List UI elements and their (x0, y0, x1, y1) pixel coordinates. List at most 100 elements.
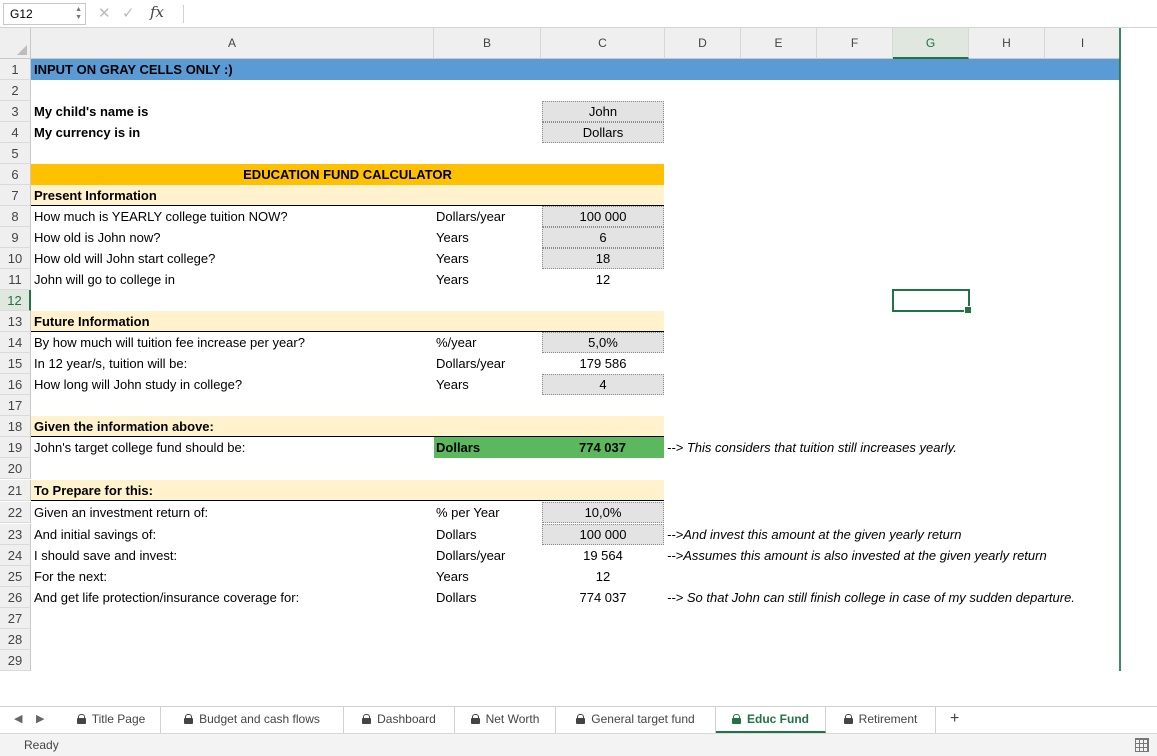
column-header-f[interactable]: F (817, 28, 893, 59)
spreadsheet-grid[interactable]: A B C D E F G H I INPUT ON GRAY CELLS ON… (0, 28, 1157, 671)
used-range-edge (1119, 28, 1121, 671)
row-header-23[interactable]: 23 (0, 524, 31, 545)
present-info-heading[interactable]: Present Information (31, 185, 664, 206)
tuition-now-label: How much is YEARLY college tuition NOW? (34, 209, 288, 224)
tuition-increase-input[interactable]: 5,0% (542, 332, 664, 353)
formula-input[interactable] (190, 4, 1150, 24)
tab-label: Title Page (91, 712, 146, 726)
tab-educ-fund[interactable]: Educ Fund (716, 707, 826, 733)
formula-bar: G12 ▲ ▼ ✕ ✓ fx (0, 0, 1157, 28)
column-header-b[interactable]: B (434, 28, 541, 59)
row-header-13[interactable]: 13 (0, 311, 31, 332)
tab-dashboard[interactable]: Dashboard (344, 707, 455, 733)
prepare-heading[interactable]: To Prepare for this: (31, 480, 664, 501)
row-header-7[interactable]: 7 (0, 185, 31, 206)
college-start-age-unit: Years (436, 251, 469, 266)
row-header-14[interactable]: 14 (0, 332, 31, 353)
row-header-2[interactable]: 2 (0, 80, 31, 101)
row-header-9[interactable]: 9 (0, 227, 31, 248)
column-header-c[interactable]: C (541, 28, 665, 59)
row-header-20[interactable]: 20 (0, 458, 31, 479)
child-name-input[interactable]: John (542, 101, 664, 122)
row-header-24[interactable]: 24 (0, 545, 31, 566)
tab-label: Educ Fund (747, 712, 809, 726)
row-header-21[interactable]: 21 (0, 480, 31, 501)
future-tuition-value[interactable]: 179 586 (542, 353, 664, 374)
currency-input[interactable]: Dollars (542, 122, 664, 143)
insurance-coverage-value[interactable]: 774 037 (542, 587, 664, 608)
lock-icon (576, 714, 586, 724)
row-header-15[interactable]: 15 (0, 353, 31, 374)
currency-label: My currency is in (34, 125, 141, 140)
row-header-6[interactable]: 6 (0, 164, 31, 185)
row-header-11[interactable]: 11 (0, 269, 31, 290)
row-header-27[interactable]: 27 (0, 608, 31, 629)
tab-budget-and-cash-flows[interactable]: Budget and cash flows (161, 707, 344, 733)
future-tuition-label: In 12 year/s, tuition will be: (34, 356, 188, 371)
target-fund-unit[interactable]: Dollars (434, 437, 541, 458)
column-header-g[interactable]: G (893, 28, 969, 59)
row-header-16[interactable]: 16 (0, 374, 31, 395)
tuition-now-input[interactable]: 100 000 (542, 206, 664, 227)
instruction-banner[interactable]: INPUT ON GRAY CELLS ONLY :) (31, 59, 1120, 80)
column-header-e[interactable]: E (741, 28, 817, 59)
college-start-age-input[interactable]: 18 (542, 248, 664, 269)
row-header-29[interactable]: 29 (0, 650, 31, 671)
column-header-i[interactable]: I (1045, 28, 1121, 59)
row-header-8[interactable]: 8 (0, 206, 31, 227)
tuition-increase-label: By how much will tuition fee increase pe… (34, 335, 305, 350)
row-header-26[interactable]: 26 (0, 587, 31, 608)
row-header-12[interactable]: 12 (0, 290, 31, 311)
column-header-a[interactable]: A (31, 28, 434, 59)
select-all-corner[interactable] (0, 28, 31, 59)
target-fund-value[interactable]: 774 037 (541, 437, 664, 458)
tab-label: Budget and cash flows (199, 712, 320, 726)
column-header-h[interactable]: H (969, 28, 1045, 59)
prev-sheet-icon[interactable]: ◀ (14, 712, 22, 725)
yearly-savings-label: I should save and invest: (34, 548, 178, 563)
row-header-5[interactable]: 5 (0, 143, 31, 164)
column-header-d[interactable]: D (665, 28, 741, 59)
cancel-icon[interactable]: ✕ (98, 4, 111, 22)
selected-cell-g12[interactable] (892, 289, 972, 314)
row-header-19[interactable]: 19 (0, 437, 31, 458)
savings-duration-value[interactable]: 12 (542, 566, 664, 587)
row-header-1[interactable]: 1 (0, 59, 31, 80)
years-to-college-value[interactable]: 12 (542, 269, 664, 290)
row-header-3[interactable]: 3 (0, 101, 31, 122)
tab-retirement[interactable]: Retirement (826, 707, 936, 733)
normal-view-icon[interactable] (1135, 738, 1149, 752)
target-fund-label: John's target college fund should be: (34, 440, 246, 455)
row-header-17[interactable]: 17 (0, 395, 31, 416)
initial-savings-input[interactable]: 100 000 (542, 524, 664, 545)
child-age-input[interactable]: 6 (542, 227, 664, 248)
name-box-value: G12 (10, 7, 33, 21)
enter-icon[interactable]: ✓ (122, 4, 135, 22)
row-header-25[interactable]: 25 (0, 566, 31, 587)
row-header-4[interactable]: 4 (0, 122, 31, 143)
row-header-28[interactable]: 28 (0, 629, 31, 650)
investment-return-input[interactable]: 10,0% (542, 502, 664, 523)
tab-title-page[interactable]: Title Page (62, 707, 161, 733)
row-header-10[interactable]: 10 (0, 248, 31, 269)
name-box-spinner-icon[interactable]: ▲ ▼ (75, 6, 82, 22)
next-sheet-icon[interactable]: ▶ (36, 712, 44, 725)
future-info-heading[interactable]: Future Information (31, 311, 664, 332)
name-box[interactable]: G12 ▲ ▼ (3, 3, 86, 25)
child-name-label: My child's name is (34, 104, 149, 119)
insurance-coverage-label: And get life protection/insurance covera… (34, 590, 300, 605)
tab-general-target-fund[interactable]: General target fund (556, 707, 716, 733)
study-duration-input[interactable]: 4 (542, 374, 664, 395)
row-header-22[interactable]: 22 (0, 502, 31, 523)
given-info-heading[interactable]: Given the information above: (31, 416, 664, 437)
row-header-18[interactable]: 18 (0, 416, 31, 437)
calculator-title[interactable]: EDUCATION FUND CALCULATOR (31, 164, 664, 185)
function-icon[interactable]: fx (150, 3, 164, 21)
tab-net-worth[interactable]: Net Worth (455, 707, 556, 733)
lock-icon (843, 714, 853, 724)
tuition-increase-unit: %/year (436, 335, 477, 350)
child-age-unit: Years (436, 230, 469, 245)
yearly-savings-value[interactable]: 19 564 (542, 545, 664, 566)
tab-label: Retirement (858, 712, 918, 726)
add-sheet-button[interactable]: + (950, 707, 959, 733)
